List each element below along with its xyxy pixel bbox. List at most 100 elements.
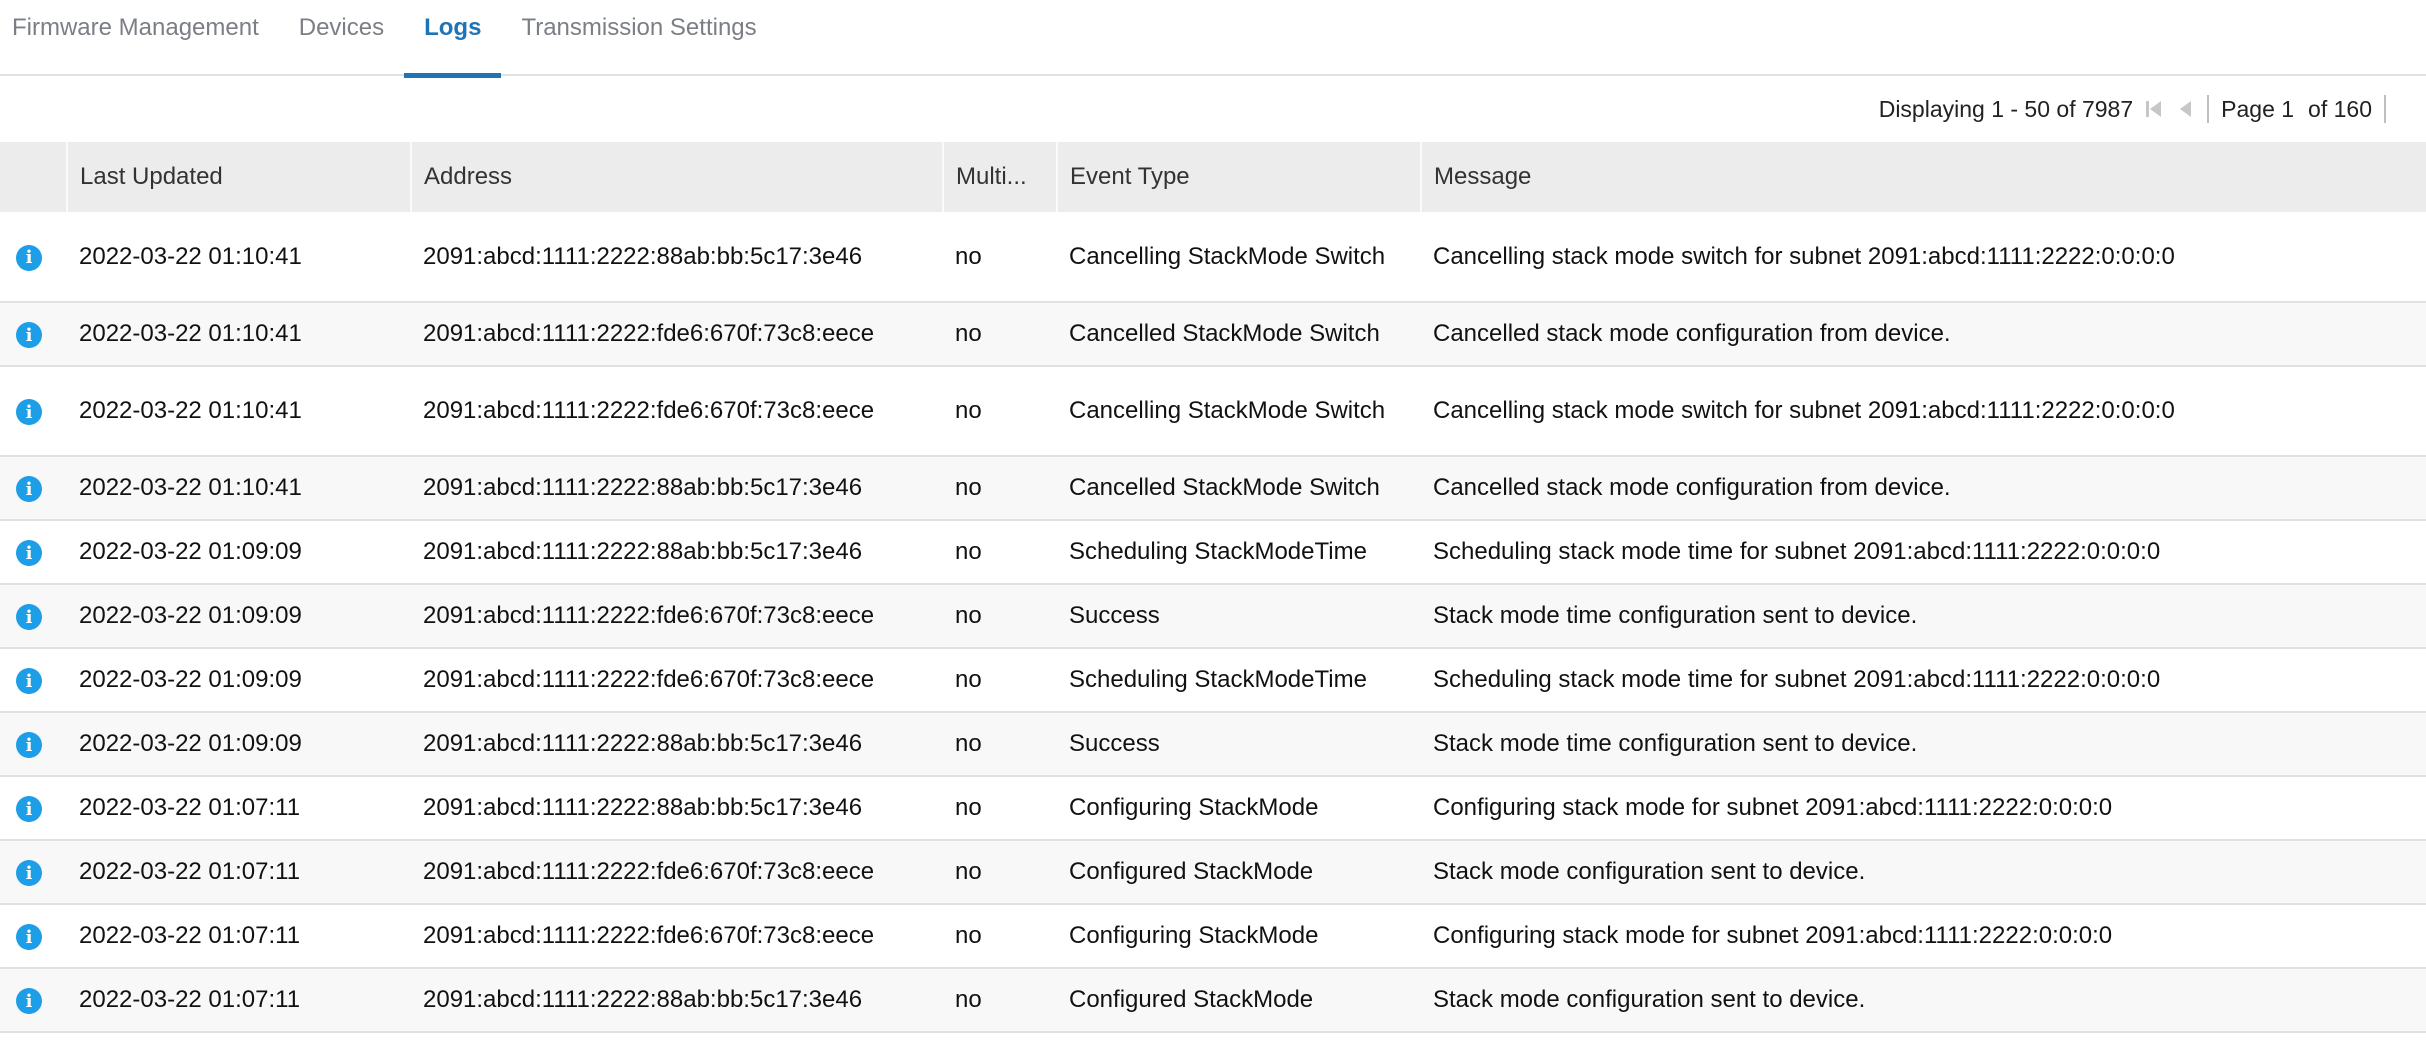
message-cell: Stack mode configuration sent to device. [1421,840,2426,905]
row-status-cell: i [0,584,67,649]
tab-devices[interactable]: Devices [279,0,404,76]
row-status-cell: i [0,212,67,303]
message-cell: Configuring stack mode for subnet 2091:a… [1421,904,2426,969]
page-label: Page 1 [2221,95,2295,122]
table-row[interactable]: i 2022-03-22 01:09:09 2091:abcd:1111:2222:… [0,520,2426,585]
column-header-icon [0,142,67,212]
column-header-last-updated[interactable]: Last Updated [66,142,411,212]
last-updated-cell: 2022-03-22 01:09:09 [67,648,411,713]
table-row[interactable]: i 2022-03-22 01:10:41 2091:abcd:1111:2222:… [0,302,2426,367]
tab-logs[interactable]: Logs [404,0,502,78]
multicast-cell: no [943,968,1057,1033]
pager-divider [2207,95,2210,123]
info-icon: i [16,244,42,271]
table-row[interactable]: i 2022-03-22 01:07:11 2091:abcd:1111:2222:… [0,968,2426,1033]
row-status-cell: i [0,776,67,841]
row-status-cell: i [0,456,67,521]
multicast-cell: no [943,302,1057,367]
last-updated-cell: 2022-03-22 01:09:09 [67,520,411,585]
row-status-cell: i [0,648,67,713]
column-header-multicast[interactable]: Multi... [942,142,1057,212]
tab-transmission-settings[interactable]: Transmission Settings [501,0,776,76]
message-cell: Scheduling stack mode time for subnet 20… [1421,520,2426,585]
table-row[interactable]: i 2022-03-22 01:07:11 2091:abcd:1111:2222:… [0,904,2426,969]
table-row[interactable]: i 2022-03-22 01:09:09 2091:abcd:1111:2222:… [0,712,2426,777]
tab-firmware-management[interactable]: Firmware Management [0,0,279,76]
column-header-message[interactable]: Message [1420,142,2426,212]
info-icon: i [16,796,42,823]
row-status-cell: i [0,968,67,1033]
table-row[interactable]: i 2022-03-22 01:10:41 2091:abcd:1111:2222:… [0,212,2426,303]
multicast-cell: no [943,584,1057,649]
row-status-cell: i [0,520,67,585]
address-cell: 2091:abcd:1111:2222:fde6:670f:73c8:eece [411,840,943,905]
last-updated-cell: 2022-03-22 01:09:09 [67,584,411,649]
last-updated-cell: 2022-03-22 01:10:41 [67,302,411,367]
event-type-cell: Success [1057,584,1421,649]
info-icon: i [16,476,42,503]
row-status-cell: i [0,904,67,969]
event-type-cell: Success [1057,712,1421,777]
table-row[interactable]: i 2022-03-22 01:07:11 2091:abcd:1111:2222:… [0,840,2426,905]
multicast-cell: no [943,904,1057,969]
last-updated-cell: 2022-03-22 01:07:11 [67,776,411,841]
info-icon: i [16,732,42,759]
displaying-count: Displaying 1 - 50 of 7987 [1878,95,2134,122]
first-page-icon[interactable] [2143,98,2165,120]
address-cell: 2091:abcd:1111:2222:fde6:670f:73c8:eece [411,904,943,969]
multicast-cell: no [943,776,1057,841]
event-type-cell: Scheduling StackModeTime [1057,520,1421,585]
previous-page-icon[interactable] [2175,98,2195,120]
message-cell: Scheduling stack mode time for subnet 20… [1421,648,2426,713]
tab-bar: Firmware Management Devices Logs Transmi… [0,0,2426,78]
multicast-cell: no [943,520,1057,585]
info-icon: i [16,322,42,349]
page-total: of 160 [2308,95,2372,122]
last-updated-cell: 2022-03-22 01:10:41 [67,366,411,457]
table-header-row: Last Updated Address Multi... Event Type… [0,142,2426,212]
pager-divider [2384,95,2386,123]
event-type-cell: Cancelled StackMode Switch [1057,456,1421,521]
message-cell: Configuring stack mode for subnet 2091:a… [1421,776,2426,841]
message-cell: Stack mode configuration sent to device. [1421,968,2426,1033]
address-cell: 2091:abcd:1111:2222:fde6:670f:73c8:eece [411,366,943,457]
row-status-cell: i [0,840,67,905]
event-type-cell: Cancelling StackMode Switch [1057,212,1421,303]
message-cell: Stack mode time configuration sent to de… [1421,584,2426,649]
message-cell: Cancelling stack mode switch for subnet … [1421,212,2426,303]
message-cell: Cancelled stack mode configuration from … [1421,456,2426,521]
column-header-event-type[interactable]: Event Type [1056,142,1421,212]
address-cell: 2091:abcd:1111:2222:88ab:bb:5c17:3e46 [411,212,943,303]
table-row[interactable]: i 2022-03-22 01:09:09 2091:abcd:1111:2222:… [0,648,2426,713]
event-type-cell: Configuring StackMode [1057,776,1421,841]
event-type-cell: Cancelling StackMode Switch [1057,366,1421,457]
multicast-cell: no [943,366,1057,457]
address-cell: 2091:abcd:1111:2222:88ab:bb:5c17:3e46 [411,968,943,1033]
table-row[interactable]: i 2022-03-22 01:07:11 2091:abcd:1111:2222:… [0,776,2426,841]
last-updated-cell: 2022-03-22 01:09:09 [67,712,411,777]
event-type-cell: Configured StackMode [1057,968,1421,1033]
address-cell: 2091:abcd:1111:2222:fde6:670f:73c8:eece [411,648,943,713]
event-type-cell: Configured StackMode [1057,840,1421,905]
pagination-bar: Displaying 1 - 50 of 7987 Page 1 of 160 [0,76,2426,142]
message-cell: Stack mode time configuration sent to de… [1421,712,2426,777]
address-cell: 2091:abcd:1111:2222:88ab:bb:5c17:3e46 [411,712,943,777]
logs-table: Last Updated Address Multi... Event Type… [0,142,2426,1033]
multicast-cell: no [943,712,1057,777]
multicast-cell: no [943,840,1057,905]
table-row[interactable]: i 2022-03-22 01:09:09 2091:abcd:1111:2222:… [0,584,2426,649]
info-icon: i [16,668,42,695]
last-updated-cell: 2022-03-22 01:07:11 [67,840,411,905]
message-cell: Cancelling stack mode switch for subnet … [1421,366,2426,457]
last-updated-cell: 2022-03-22 01:10:41 [67,456,411,521]
info-icon: i [16,924,42,951]
column-header-address[interactable]: Address [410,142,943,212]
table-row[interactable]: i 2022-03-22 01:10:41 2091:abcd:1111:2222:… [0,456,2426,521]
table-row[interactable]: i 2022-03-22 01:10:41 2091:abcd:1111:2222:… [0,366,2426,457]
event-type-cell: Configuring StackMode [1057,904,1421,969]
last-updated-cell: 2022-03-22 01:07:11 [67,904,411,969]
event-type-cell: Cancelled StackMode Switch [1057,302,1421,367]
info-icon: i [16,860,42,887]
info-icon: i [16,540,42,567]
message-cell: Cancelled stack mode configuration from … [1421,302,2426,367]
